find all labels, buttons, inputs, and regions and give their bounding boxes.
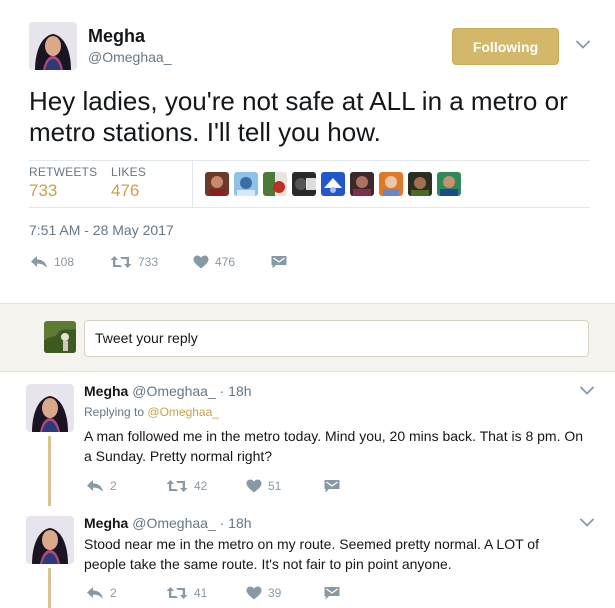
reply-count: 2 bbox=[110, 586, 117, 600]
likes-count: 476 bbox=[111, 181, 140, 200]
tweet-actions: 108 733 476 bbox=[30, 255, 287, 269]
retweet-icon bbox=[166, 586, 188, 600]
retweet-button[interactable]: 42 bbox=[166, 479, 246, 493]
liker-avatar[interactable] bbox=[379, 172, 403, 196]
retweets-stat[interactable]: RETWEETS 733 bbox=[29, 165, 97, 201]
reply-input[interactable]: Tweet your reply bbox=[84, 320, 589, 357]
replying-to-handle[interactable]: @Omeghaa_ bbox=[147, 405, 219, 419]
retweet-icon bbox=[166, 479, 188, 493]
reply-age[interactable]: 18h bbox=[228, 383, 251, 399]
heart-icon bbox=[193, 255, 209, 269]
retweet-count: 41 bbox=[194, 586, 208, 600]
retweet-button[interactable]: 733 bbox=[110, 255, 193, 269]
reply-count: 2 bbox=[110, 479, 117, 493]
avatar bbox=[44, 321, 76, 353]
liker-avatar[interactable] bbox=[292, 172, 316, 196]
reply-actions: 2 42 51 bbox=[86, 479, 340, 493]
like-button[interactable]: 476 bbox=[193, 255, 271, 269]
retweet-count: 733 bbox=[138, 255, 159, 269]
reply-text: A man followed me in the metro today. Mi… bbox=[84, 428, 584, 464]
retweet-count: 42 bbox=[194, 479, 208, 493]
liker-avatar[interactable] bbox=[437, 172, 461, 196]
main-tweet: Megha @Omeghaa_ Following Hey ladies, yo… bbox=[0, 0, 615, 303]
heart-icon bbox=[246, 586, 262, 600]
tweet-text: Hey ladies, you're not safe at ALL in a … bbox=[29, 86, 568, 147]
likes-label: LIKES bbox=[111, 165, 147, 179]
following-button[interactable]: Following bbox=[452, 28, 559, 65]
reply-age[interactable]: 18h bbox=[228, 515, 251, 531]
likes-stat[interactable]: LIKES 476 bbox=[111, 165, 146, 201]
reply-arrow-icon bbox=[86, 479, 104, 493]
direct-message-icon bbox=[271, 255, 287, 269]
direct-message-icon bbox=[324, 586, 340, 600]
reply-text: Stood near me in the metro on my route. … bbox=[84, 536, 539, 572]
thread-line bbox=[48, 436, 51, 506]
reply-actions: 2 41 39 bbox=[86, 586, 340, 600]
reply-button[interactable]: 2 bbox=[86, 479, 166, 493]
liker-avatar[interactable] bbox=[205, 172, 229, 196]
reply-arrow-icon bbox=[86, 586, 104, 600]
thread-line bbox=[48, 568, 51, 608]
divider bbox=[192, 161, 193, 207]
direct-message-button[interactable] bbox=[324, 586, 340, 600]
author-handle[interactable]: @Omeghaa_ bbox=[132, 515, 215, 531]
liker-avatar[interactable] bbox=[350, 172, 374, 196]
reply-count: 108 bbox=[54, 255, 75, 269]
direct-message-button[interactable] bbox=[324, 479, 340, 493]
reply-tweet: Megha @Omeghaa_ · 18h Stood near me in t… bbox=[0, 504, 615, 608]
replying-to: Replying to @Omeghaa_ bbox=[84, 405, 219, 419]
reply-composer: Tweet your reply bbox=[0, 303, 615, 372]
like-count: 476 bbox=[215, 255, 236, 269]
chevron-down-icon[interactable] bbox=[580, 386, 594, 396]
retweet-icon bbox=[110, 255, 132, 269]
retweet-button[interactable]: 41 bbox=[166, 586, 246, 600]
retweets-count: 733 bbox=[29, 181, 58, 200]
chevron-down-icon[interactable] bbox=[576, 40, 590, 50]
author-handle[interactable]: @Omeghaa_ bbox=[132, 383, 215, 399]
like-count: 39 bbox=[268, 586, 282, 600]
reply-header: Megha @Omeghaa_ · 18h bbox=[84, 383, 252, 399]
retweets-label: RETWEETS bbox=[29, 165, 98, 179]
avatar[interactable] bbox=[26, 384, 74, 432]
heart-icon bbox=[246, 479, 262, 493]
author-handle[interactable]: @Omeghaa_ bbox=[88, 49, 171, 65]
timestamp[interactable]: 7:51 AM - 28 May 2017 bbox=[29, 222, 174, 238]
separator: · bbox=[219, 515, 225, 531]
direct-message-button[interactable] bbox=[271, 255, 287, 269]
replying-to-label: Replying to bbox=[84, 405, 145, 419]
reply-arrow-icon bbox=[30, 255, 48, 269]
liker-avatar[interactable] bbox=[263, 172, 287, 196]
like-button[interactable]: 39 bbox=[246, 586, 324, 600]
reply-header: Megha @Omeghaa_ · 18h bbox=[84, 515, 252, 531]
reply-button[interactable]: 108 bbox=[30, 255, 110, 269]
liker-avatar[interactable] bbox=[408, 172, 432, 196]
author-name[interactable]: Megha bbox=[88, 26, 145, 47]
avatar[interactable] bbox=[29, 22, 77, 70]
author-name[interactable]: Megha bbox=[84, 515, 128, 531]
like-count: 51 bbox=[268, 479, 282, 493]
reply-button[interactable]: 2 bbox=[86, 586, 166, 600]
chevron-down-icon[interactable] bbox=[580, 518, 594, 528]
engagement-stats: RETWEETS 733 LIKES 476 bbox=[29, 160, 590, 208]
liker-avatars bbox=[205, 172, 461, 196]
direct-message-icon bbox=[324, 479, 340, 493]
avatar[interactable] bbox=[26, 516, 74, 564]
like-button[interactable]: 51 bbox=[246, 479, 324, 493]
reply-tweet: Megha @Omeghaa_ · 18h Replying to @Omegh… bbox=[0, 372, 615, 506]
author-name[interactable]: Megha bbox=[84, 383, 128, 399]
liker-avatar[interactable] bbox=[321, 172, 345, 196]
liker-avatar[interactable] bbox=[234, 172, 258, 196]
separator: · bbox=[219, 383, 225, 399]
